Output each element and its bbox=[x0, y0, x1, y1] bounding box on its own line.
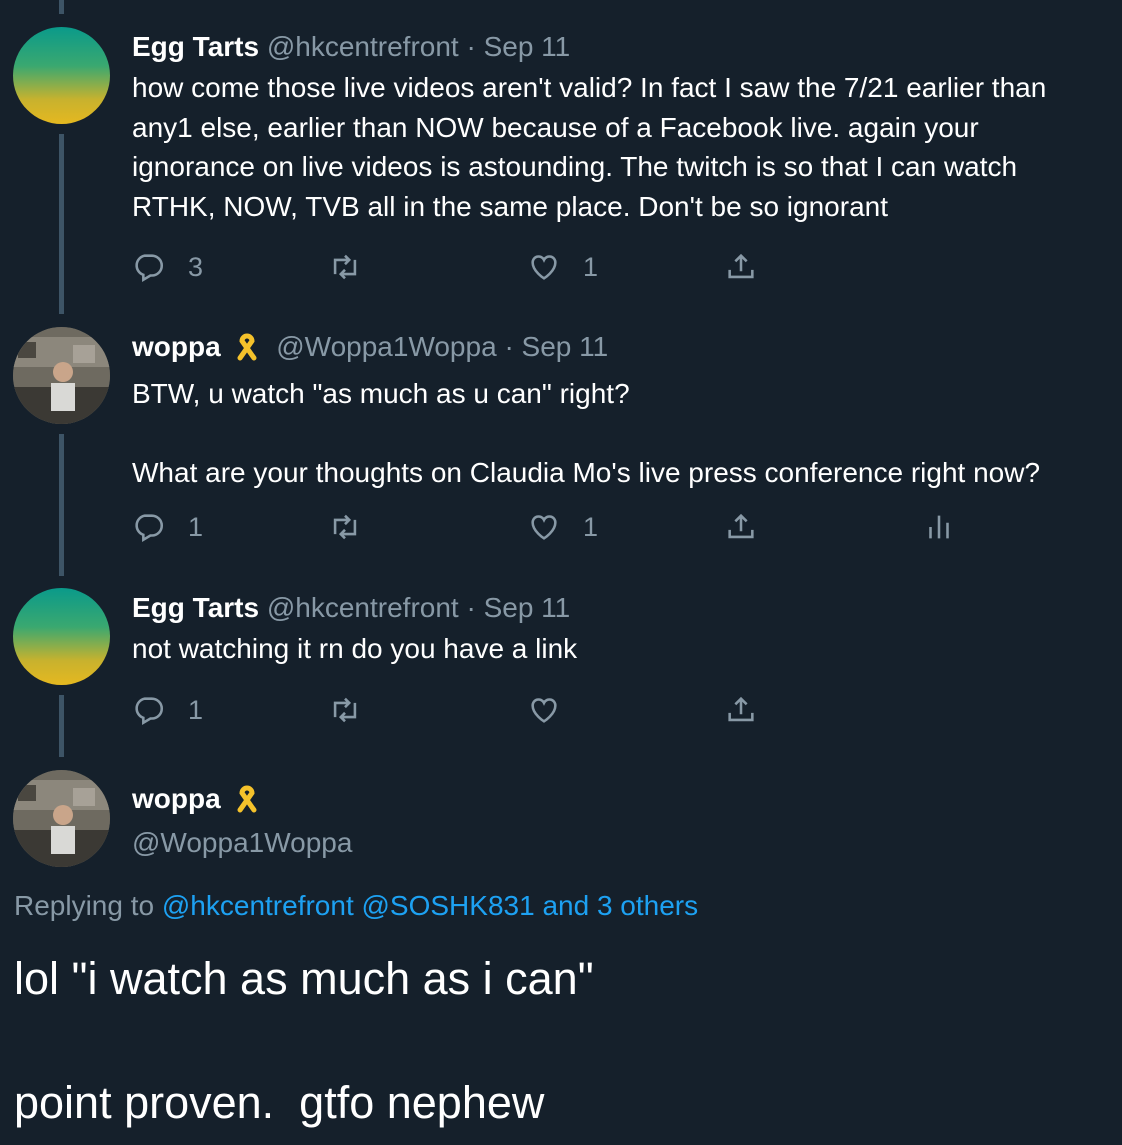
yellow-ribbon-icon bbox=[234, 782, 260, 824]
reply-icon bbox=[135, 514, 164, 543]
thread-line bbox=[59, 0, 64, 14]
share-button[interactable] bbox=[724, 690, 758, 730]
reply-others-link[interactable]: and 3 others bbox=[542, 890, 698, 921]
reply-count: 1 bbox=[188, 511, 204, 542]
reply-icon bbox=[135, 254, 164, 283]
author-handle[interactable]: @Woppa1Woppa bbox=[132, 824, 352, 862]
avatar[interactable] bbox=[13, 588, 110, 685]
share-icon bbox=[728, 696, 754, 722]
retweet-icon bbox=[333, 254, 357, 280]
author-name[interactable]: Egg Tarts bbox=[132, 31, 259, 62]
reply-icon bbox=[135, 697, 164, 726]
tweet-header: woppa bbox=[132, 780, 352, 824]
main-tweet[interactable]: woppa @Woppa1Woppa Replying to @hkcentre… bbox=[0, 770, 1122, 1145]
author-handle[interactable]: @Woppa1Woppa bbox=[276, 331, 496, 362]
tweet-actions: 1 1 bbox=[132, 507, 952, 547]
share-icon bbox=[728, 253, 754, 279]
retweet-icon bbox=[333, 514, 357, 540]
replying-to: Replying to @hkcentrefront @SOSHK831 and… bbox=[14, 890, 698, 922]
tweet-date[interactable]: Sep 11 bbox=[484, 592, 571, 623]
like-button[interactable]: 1 bbox=[527, 507, 598, 547]
tweet-text: how come those live videos aren't valid?… bbox=[132, 72, 1055, 222]
like-button[interactable]: 1 bbox=[527, 247, 598, 287]
tweet-header: woppa @Woppa1Woppa · Sep 11 bbox=[132, 330, 1108, 370]
author-name[interactable]: woppa bbox=[132, 331, 221, 362]
reply-button[interactable]: 1 bbox=[132, 690, 203, 730]
retweet-button[interactable] bbox=[328, 690, 362, 730]
reply-button[interactable]: 3 bbox=[132, 247, 203, 287]
tweet-text: not watching it rn do you have a link bbox=[132, 633, 578, 664]
reply-button[interactable]: 1 bbox=[132, 507, 203, 547]
separator: · bbox=[466, 31, 476, 62]
retweet-icon bbox=[333, 697, 357, 723]
replying-label: Replying to bbox=[14, 890, 155, 921]
tweet-date[interactable]: Sep 11 bbox=[484, 31, 571, 62]
reply-count: 1 bbox=[188, 694, 204, 725]
avatar[interactable] bbox=[13, 770, 110, 867]
author-name[interactable]: Egg Tarts bbox=[132, 592, 259, 623]
retweet-button[interactable] bbox=[328, 507, 362, 547]
like-icon bbox=[531, 698, 557, 723]
tweet-date[interactable]: Sep 11 bbox=[522, 331, 609, 362]
share-button[interactable] bbox=[724, 247, 758, 287]
avatar[interactable] bbox=[13, 27, 110, 124]
author-handle[interactable]: @hkcentrefront bbox=[267, 592, 459, 623]
like-icon bbox=[531, 255, 557, 280]
avatar[interactable] bbox=[13, 327, 110, 424]
analytics-icon bbox=[929, 515, 949, 539]
tweet-header: Egg Tarts @hkcentrefront · Sep 11 bbox=[132, 30, 1108, 64]
thread-line bbox=[59, 434, 64, 576]
like-button[interactable] bbox=[527, 690, 561, 730]
author-name[interactable]: woppa bbox=[132, 783, 221, 814]
tweet-text: lol "i watch as much as i can" point pro… bbox=[14, 953, 594, 1128]
thread-line bbox=[59, 134, 64, 314]
like-count: 1 bbox=[583, 251, 599, 282]
share-icon bbox=[728, 513, 754, 539]
separator: · bbox=[504, 331, 514, 362]
reply-target-link[interactable]: @hkcentrefront bbox=[162, 890, 354, 921]
like-icon bbox=[531, 515, 557, 540]
analytics-button[interactable] bbox=[922, 507, 956, 547]
reply-count: 3 bbox=[188, 251, 204, 282]
author-handle[interactable]: @hkcentrefront bbox=[267, 31, 459, 62]
like-count: 1 bbox=[583, 511, 599, 542]
tweet-text: BTW, u watch "as much as u can" right? W… bbox=[132, 378, 1041, 488]
thread-line bbox=[59, 695, 64, 757]
retweet-button[interactable] bbox=[328, 247, 362, 287]
separator: · bbox=[466, 592, 476, 623]
tweet-header: Egg Tarts @hkcentrefront · Sep 11 bbox=[132, 591, 1108, 625]
yellow-ribbon-icon bbox=[234, 330, 260, 370]
reply-target-link[interactable]: @SOSHK831 bbox=[362, 890, 535, 921]
share-button[interactable] bbox=[724, 507, 758, 547]
